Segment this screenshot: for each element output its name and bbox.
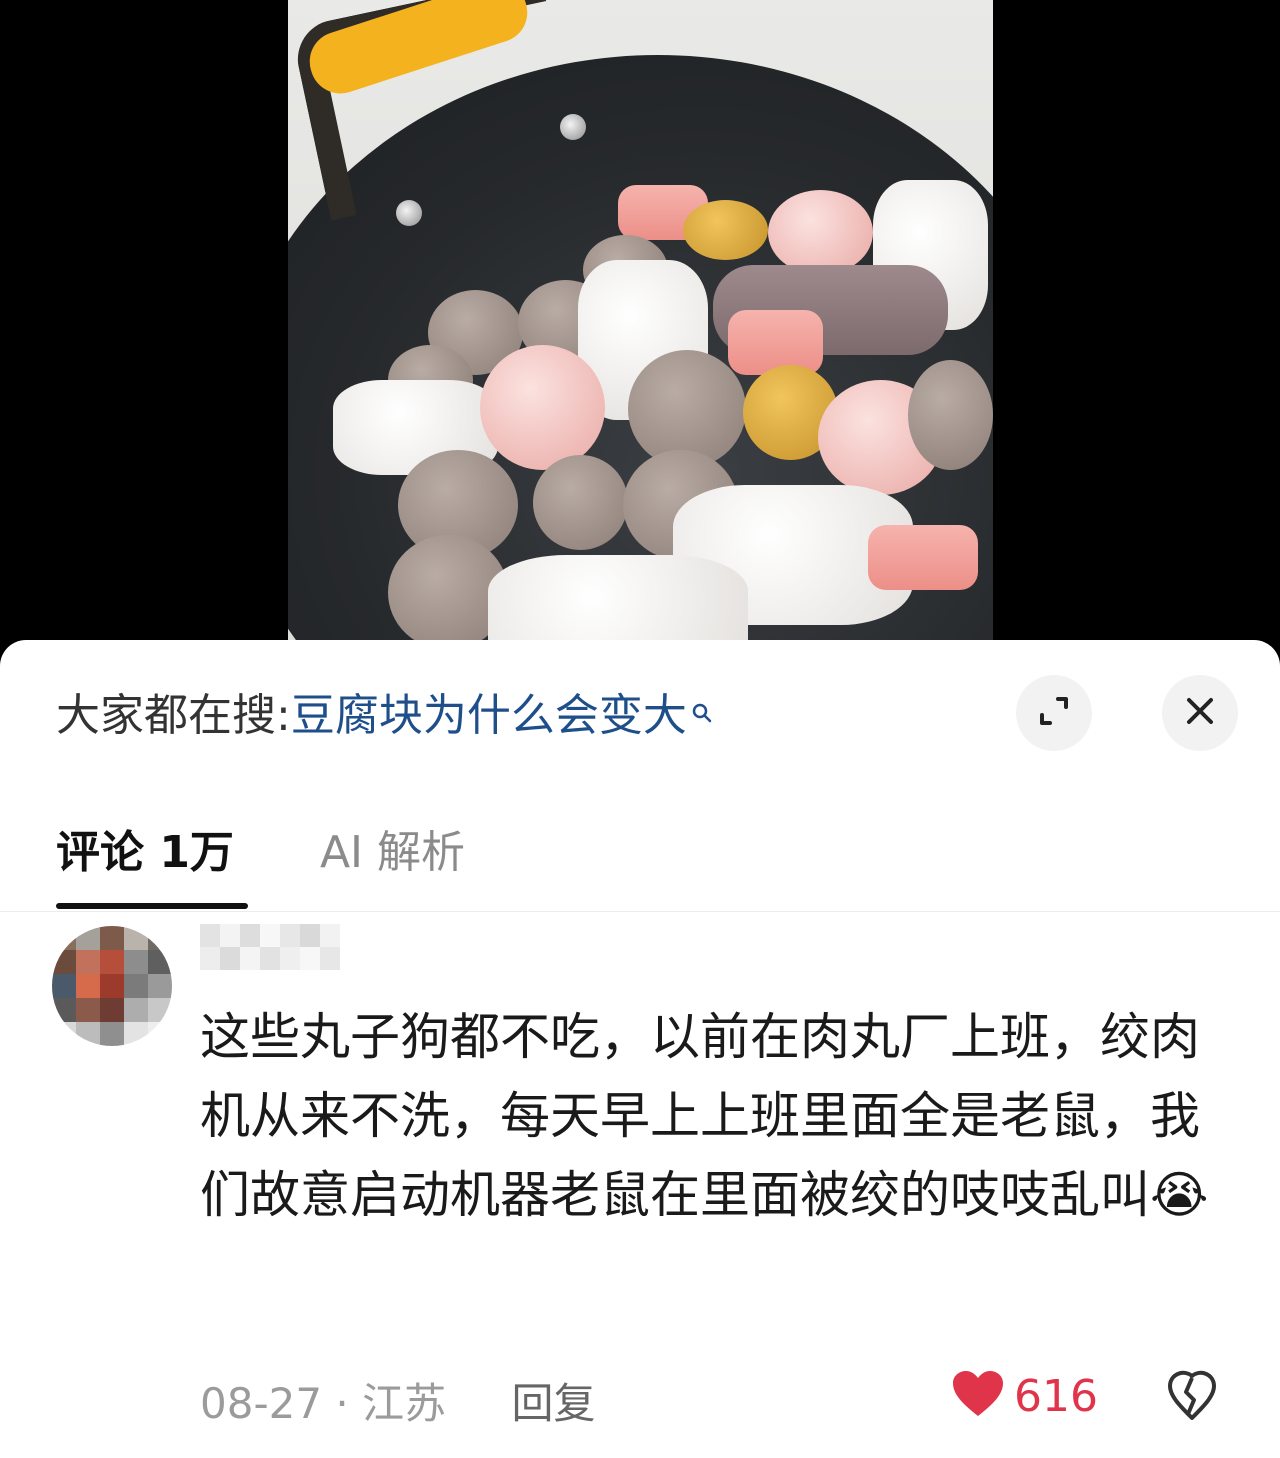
meta-separator: · bbox=[335, 1379, 349, 1428]
tab-ai-analysis[interactable]: AI 解析 bbox=[320, 827, 465, 878]
heart-icon bbox=[950, 1368, 1006, 1424]
search-query-link[interactable]: 豆腐块为什么会变大 bbox=[291, 690, 687, 741]
username-redacted bbox=[200, 924, 340, 970]
search-icon bbox=[691, 686, 713, 746]
rivet bbox=[396, 200, 422, 226]
comments-sheet: 大家都在搜:豆腐块为什么会变大 评论 1万 AI 解析 这些丸子狗都不吃，以前在肉… bbox=[0, 640, 1280, 1458]
comment-date: 08-27 bbox=[200, 1379, 323, 1428]
comment-location: 江苏 bbox=[362, 1379, 447, 1428]
video-player[interactable] bbox=[0, 0, 1280, 660]
reply-button[interactable]: 回复 bbox=[512, 1379, 596, 1428]
close-icon bbox=[1182, 693, 1218, 733]
divider bbox=[0, 911, 1280, 912]
rivet bbox=[560, 114, 586, 140]
food-item bbox=[533, 455, 628, 550]
food-item bbox=[480, 345, 605, 470]
avatar[interactable] bbox=[52, 926, 172, 1046]
food-item bbox=[728, 310, 823, 375]
tab-bar: 评论 1万 AI 解析 bbox=[56, 816, 465, 880]
search-suggestion[interactable]: 大家都在搜:豆腐块为什么会变大 bbox=[56, 686, 713, 746]
expand-button[interactable] bbox=[1016, 675, 1092, 751]
video-frame bbox=[288, 0, 993, 660]
comment-meta: 08-27 · 江苏 回复 bbox=[200, 1370, 596, 1431]
dislike-icon bbox=[1164, 1370, 1220, 1430]
comment-body: 这些丸子狗都不吃，以前在肉丸厂上班，绞肉机从来不洗，每天早上上班里面全是老鼠，我… bbox=[200, 998, 1220, 1235]
comment-text: 这些丸子狗都不吃，以前在肉丸厂上班，绞肉机从来不洗，每天早上上班里面全是老鼠，我… bbox=[200, 1008, 1200, 1224]
close-button[interactable] bbox=[1162, 675, 1238, 751]
dislike-button[interactable] bbox=[1164, 1370, 1220, 1430]
food-item bbox=[908, 360, 993, 470]
crying-laughing-emoji: 😭 bbox=[1150, 1166, 1209, 1224]
food-item bbox=[683, 200, 768, 260]
tab-comments[interactable]: 评论 1万 bbox=[56, 827, 234, 878]
active-tab-indicator bbox=[56, 903, 248, 909]
search-prefix: 大家都在搜: bbox=[56, 690, 291, 741]
food-item bbox=[768, 190, 873, 275]
like-count: 616 bbox=[1014, 1370, 1098, 1422]
expand-icon bbox=[1034, 691, 1074, 735]
like-button[interactable]: 616 bbox=[950, 1368, 1098, 1424]
food-item bbox=[868, 525, 978, 590]
